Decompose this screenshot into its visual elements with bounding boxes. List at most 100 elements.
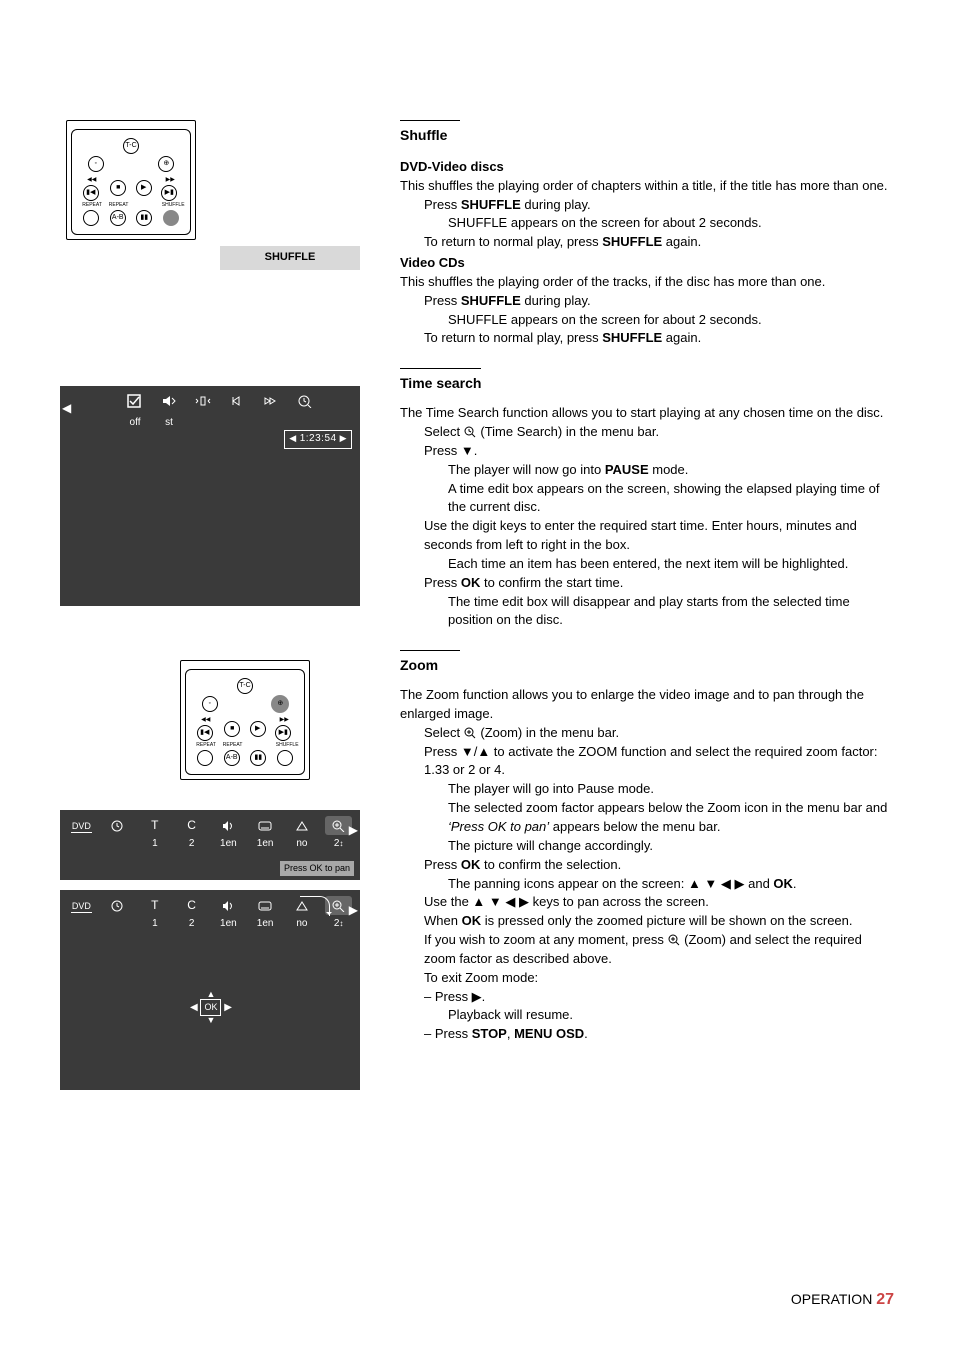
time-step1: Select (Time Search) in the menu bar. [400,423,894,442]
remote-snippet-shuffle: T-C ◦ ⊕ ◀◀▮◀ ■ ▶ ▶▶▶▮ REPEAT REPEAT [66,120,196,240]
angle-button: ◦ [88,156,104,172]
zoom-remote-button: ⊕ [272,696,288,712]
arrow-right-icon: ▶ [349,822,358,839]
time-note3: Each time an item has been entered, the … [400,555,894,574]
zoom-note3: The picture will change accordingly. [400,837,894,856]
zoom-heading: Zoom [400,650,460,676]
shuffle-dvd-step1: Press SHUFFLE during play. [400,196,894,215]
dvd-badge-2: DVD [68,897,95,914]
zoom-exit2: – Press STOP, MENU OSD. [400,1025,894,1044]
time-search-heading: Time search [400,368,481,394]
menu-off-label: off [126,416,144,431]
fast-icon [262,394,280,414]
shuffle-key-label: SHUFFLE [220,246,360,270]
menu-st-label: st [160,416,178,431]
zoom-step2: Press ▼/▲ to activate the ZOOM function … [400,743,894,781]
shuffle-label: SHUFFLE [162,203,180,208]
zoom-note1: The player will go into Pause mode. [400,780,894,799]
z2-val-6: 2↕ [325,917,352,932]
stop-button-2: ■ [224,721,240,737]
arrow-right-icon-2: ▶ [349,902,358,919]
z2-val-4: 1en [252,917,279,932]
stop-button: ■ [110,180,126,196]
timecode-box: ◀ 1:23:54 ▶ [284,430,352,449]
z2-val-2: 2 [178,917,205,932]
video-cd-heading: Video CDs [400,254,894,273]
audio-icon [215,817,242,834]
title-t: T [141,817,168,834]
dvd-badge-1: DVD [68,817,95,834]
z1-val-5: no [289,837,316,852]
tc-button: T-C [123,138,139,154]
repeat-label-1: REPEAT [82,203,100,208]
zoom-step4: Use the ▲ ▼ ◀ ▶ keys to pan across the s… [400,893,894,912]
page-footer: OPERATION 27 [791,1288,894,1311]
subtitle-icon [252,817,279,834]
shuffle-dvd-step2: To return to normal play, press SHUFFLE … [400,233,894,252]
zoom-screen-2: DVD T C 1 2 1en 1en no 2↕ ▶ [60,890,360,1090]
subtitle-icon-2 [252,897,279,914]
zoom-note2: The selected zoom factor appears below t… [400,799,894,837]
step-icon [194,394,212,414]
dvd-video-heading: DVD-Video discs [400,158,894,177]
time-search-screen: ◀ off st ◀ 1:23:54 ▶ [60,386,360,606]
angle-icon [288,817,315,834]
time-note2: A time edit box appears on the screen, s… [400,480,894,518]
zoom-step6: If you wish to zoom at any moment, press… [400,931,894,969]
next-button-2: ▶▮ [275,725,291,741]
z1-val-3: 1en [215,837,242,852]
zoom-step1: Select (Zoom) in the menu bar. [400,724,894,743]
shuffle-remote-button [163,210,179,226]
shuffle-vcd-step2: To return to normal play, press SHUFFLE … [400,329,894,348]
prev-button: ▮◀ [83,185,99,201]
shuffle-dvd-note1: SHUFFLE appears on the screen for about … [400,214,894,233]
zoom-note4: The panning icons appear on the screen: … [400,875,894,894]
repeat-button [83,210,99,226]
zoom-button: ⊕ [158,156,174,172]
repeat-label-2: REPEAT [109,203,127,208]
time-search-icon [296,394,314,414]
time-intro: The Time Search function allows you to s… [400,404,894,423]
shuffle-heading: Shuffle [400,120,460,146]
slow-icon [228,394,246,414]
zoom-screen-1: DVD T C 1 2 1en 1en no 2↕ ▶ Press OK to [60,810,360,880]
repeat-ab-button-2: A-B [224,750,240,766]
z2-val-5: no [289,917,316,932]
prev-button-2: ▮◀ [197,725,213,741]
repeat-button-2 [197,750,213,766]
curve-arrow-icon [300,896,330,916]
audio-icon-2 [215,897,242,914]
shuffle-vcd-note1: SHUFFLE appears on the screen for about … [400,311,894,330]
chapter-c: C [178,817,205,834]
shuffle-dvd-intro: This shuffles the playing order of chapt… [400,177,894,196]
play-button: ▶ [136,180,152,196]
zoom-step3: Press OK to confirm the selection. [400,856,894,875]
time-step3: Use the digit keys to enter the required… [400,517,894,555]
z2-val-1: 1 [142,917,169,932]
zoom-exit1-note: Playback will resume. [400,1006,894,1025]
tc-button-2: T-C [237,678,253,694]
pause-button: ▮▮ [136,210,152,226]
press-ok-label: Press OK to pan [280,861,354,876]
title-t-2: T [141,897,168,914]
clock-icon-2 [105,897,132,914]
z1-val-1: 1 [142,837,169,852]
zoom-intro: The Zoom function allows you to enlarge … [400,686,894,724]
ok-pad: ▲ ◀ OK ▶ ▼ [190,990,232,1025]
clock-icon [105,817,132,834]
remote-snippet-zoom: T-C ◦ ⊕ ◀◀▮◀ ■ ▶ ▶▶▶▮ REPEAT REPEAT [180,660,310,780]
time-note4: The time edit box will disappear and pla… [400,593,894,631]
zoom-exit-head: To exit Zoom mode: [400,969,894,988]
zoom-step5: When OK is pressed only the zoomed pictu… [400,912,894,931]
chapter-c-2: C [178,897,205,914]
zoom-exit1: – Press ▶. [400,988,894,1007]
play-button-2: ▶ [250,721,266,737]
speaker-icon [160,394,178,414]
time-step2: Press ▼. [400,442,894,461]
shuffle-label-2: SHUFFLE [276,743,294,748]
z1-val-6: 2↕ [325,837,352,852]
next-button: ▶▮ [161,185,177,201]
repeat-label-3: REPEAT [196,743,214,748]
z1-val-4: 1en [252,837,279,852]
arrow-left-icon: ◀ [62,400,71,417]
